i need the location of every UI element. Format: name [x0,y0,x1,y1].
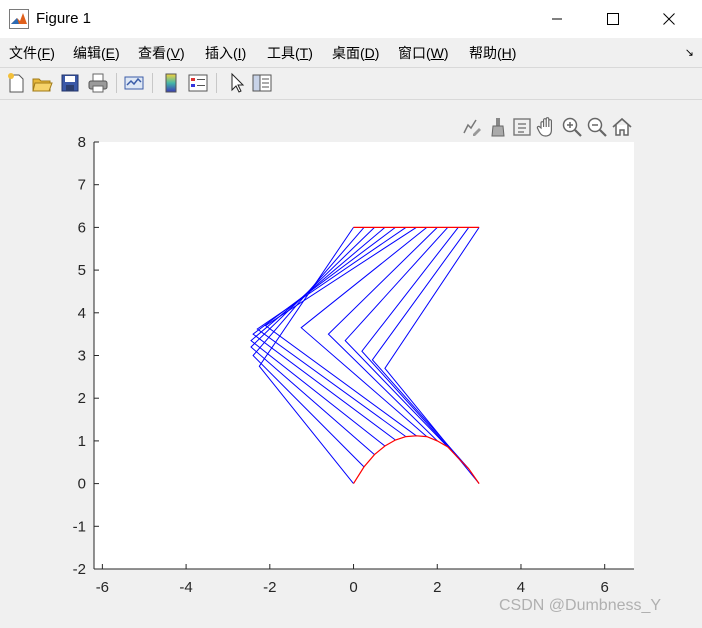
x-tick-label: -6 [96,579,109,596]
y-tick-label: 5 [78,262,86,279]
y-tick-label: 0 [78,476,86,493]
y-tick-label: 1 [78,433,86,450]
x-tick-label: -2 [263,579,276,596]
y-tick-label: 3 [78,348,86,365]
plot-svg: -6 -4 -2 0 2 4 6 -2 -1 0 1 2 3 4 5 6 7 8 [73,134,634,596]
x-tick-label: 2 [433,579,441,596]
x-tick-label: -4 [179,579,192,596]
x-tick-label: 6 [601,579,609,596]
y-tick-label: 4 [78,305,86,322]
y-tick-label: 7 [78,177,86,194]
watermark: CSDN @Dumbness_Y [499,597,662,614]
x-tick-label: 4 [517,579,525,596]
axes-background [94,142,634,569]
y-tick-label: 8 [78,134,86,151]
y-tick-label: -2 [73,561,86,578]
y-tick-label: 2 [78,390,86,407]
y-tick-label: 6 [78,219,86,236]
y-tick-label: -1 [73,518,86,535]
x-tick-label: 0 [349,579,357,596]
